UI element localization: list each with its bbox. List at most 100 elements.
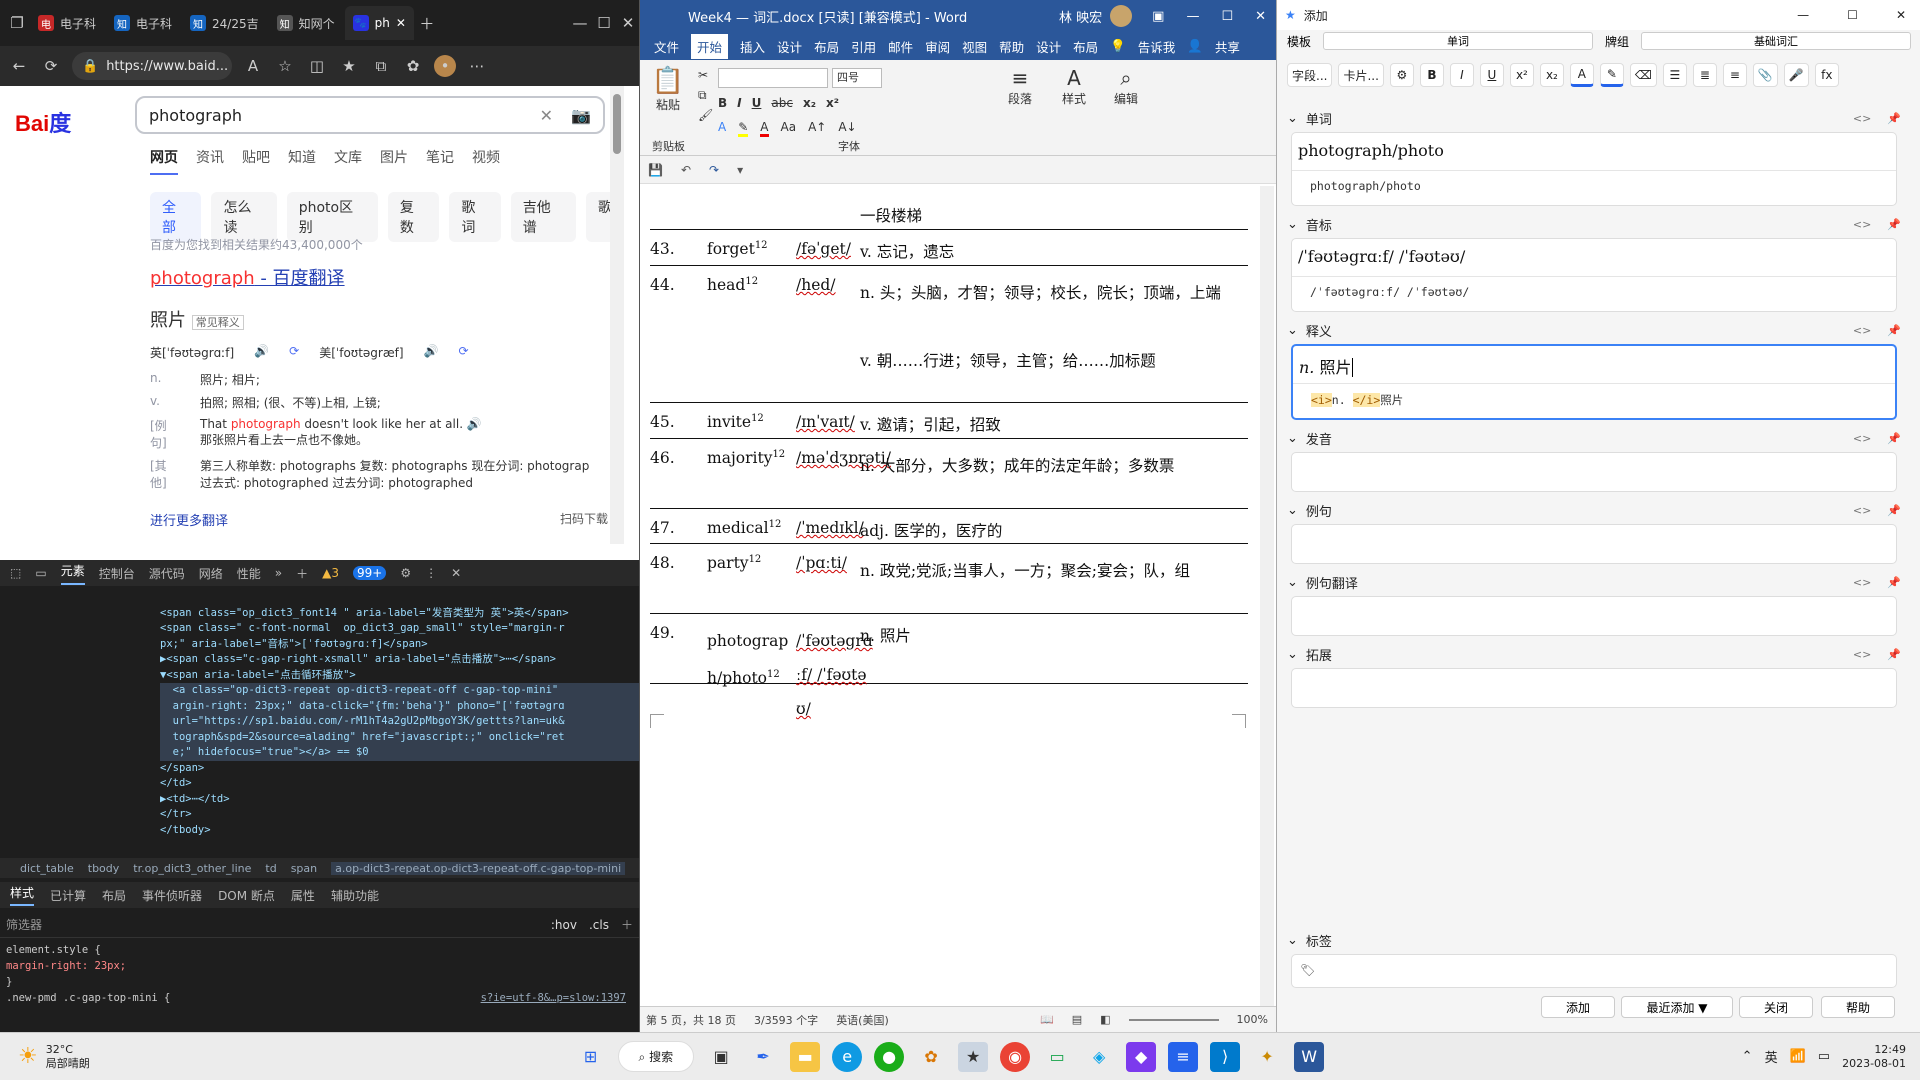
code-line[interactable]: </span>: [160, 761, 639, 777]
subscript-icon[interactable]: x₂: [803, 96, 816, 110]
tab-notes[interactable]: 笔记: [426, 147, 454, 175]
start-icon[interactable]: ⊞: [576, 1042, 606, 1072]
collapse-icon[interactable]: ⌄: [1287, 323, 1298, 338]
tab-insert[interactable]: 插入: [740, 37, 765, 56]
share-button[interactable]: 共享: [1215, 37, 1240, 56]
user-avatar[interactable]: [1110, 5, 1133, 27]
html-toggle-icon[interactable]: <>: [1853, 112, 1871, 125]
html-editor[interactable]: <i>n. </i>照片: [1293, 384, 1895, 418]
html-toggle-icon[interactable]: <>: [1853, 218, 1871, 231]
profile-avatar[interactable]: •: [434, 55, 456, 77]
field-editor[interactable]: photograph/photo: [1292, 133, 1896, 171]
remote-desktop-icon[interactable]: ▭: [1042, 1042, 1072, 1072]
language[interactable]: 英语(美国): [836, 1012, 889, 1028]
tab-properties[interactable]: 属性: [291, 887, 315, 904]
address-bar[interactable]: 🔒 https://www.baid...: [72, 52, 232, 80]
word-icon[interactable]: W: [1294, 1041, 1325, 1072]
chevron-up-icon[interactable]: ⌃: [1742, 1049, 1753, 1064]
code-line[interactable]: px;" aria-label="音标">[ˈfəʊtəgrɑːf]</span…: [160, 637, 639, 653]
tab-references[interactable]: 引用: [851, 37, 876, 56]
refresh-icon[interactable]: ⟳: [40, 55, 62, 77]
split-screen-icon[interactable]: ◫: [306, 55, 328, 77]
tab-layout[interactable]: 布局: [814, 37, 839, 56]
paragraph-button[interactable]: ≡ 段落: [1000, 66, 1040, 107]
web-layout-icon[interactable]: ◧: [1100, 1013, 1110, 1026]
pin-icon[interactable]: 📌: [1887, 648, 1901, 661]
weather-widget[interactable]: ☀ 32°C 局部晴朗: [18, 1043, 158, 1071]
paint-icon[interactable]: ✿: [916, 1042, 946, 1072]
more-icon[interactable]: ⋯: [466, 55, 488, 77]
vscode-icon[interactable]: ⟩: [1210, 1041, 1241, 1072]
field-header[interactable]: ⌄ 音标 <> 📌: [1287, 214, 1901, 234]
shrink-font-icon[interactable]: A↓: [838, 120, 856, 137]
tab-listeners[interactable]: 事件侦听器: [142, 887, 202, 904]
add-button[interactable]: 添加: [1541, 996, 1615, 1018]
chip[interactable]: 怎么读: [211, 192, 277, 242]
code-line-selected[interactable]: argin-right: 23px;" data-click="{fm:'beh…: [160, 698, 639, 714]
cls-toggle[interactable]: .cls: [589, 918, 609, 932]
close-button[interactable]: 关闭: [1739, 996, 1813, 1018]
format-painter-icon[interactable]: 🖌: [698, 108, 713, 122]
new-tab-icon[interactable]: ＋: [416, 12, 438, 34]
repeat-icon[interactable]: ⟳: [289, 344, 299, 361]
notepad-icon[interactable]: ≡: [1168, 1041, 1199, 1072]
code-line[interactable]: ▶<td>⋯</td>: [160, 792, 639, 808]
back-icon[interactable]: ←: [8, 55, 30, 77]
underline-icon[interactable]: U: [752, 96, 762, 110]
more-translation-link[interactable]: 进行更多翻译: [150, 510, 228, 529]
tab-table-design[interactable]: 设计: [1036, 37, 1061, 56]
minimize-icon[interactable]: —: [1186, 9, 1199, 24]
history-button[interactable]: 最近添加 ▼: [1621, 996, 1733, 1018]
hov-toggle[interactable]: :hov: [551, 918, 577, 932]
bullet-list-icon[interactable]: ☰: [1662, 63, 1687, 87]
tab-accessibility[interactable]: 辅助功能: [331, 887, 379, 904]
formula-icon[interactable]: fx: [1814, 63, 1839, 87]
cut-icon[interactable]: ✂: [698, 68, 708, 82]
styles-button[interactable]: A 样式: [1054, 66, 1094, 107]
style-declaration[interactable]: margin-right: 23px;: [6, 958, 626, 974]
code-line[interactable]: </td>: [160, 776, 639, 792]
italic-icon[interactable]: I: [737, 96, 741, 110]
style-rule-selector[interactable]: .new-pmd .c-gap-top-mini {: [6, 990, 481, 1006]
bold-icon[interactable]: B: [718, 96, 727, 110]
help-button[interactable]: 帮助: [1821, 996, 1895, 1018]
tab-mailings[interactable]: 邮件: [888, 37, 913, 56]
pin-icon[interactable]: 📌: [1887, 112, 1901, 125]
code-line-selected[interactable]: tograph&spd=2&source=alading" href="java…: [160, 729, 639, 745]
speaker-icon[interactable]: 🔊: [254, 344, 269, 361]
maximize-icon[interactable]: ☐: [1847, 8, 1858, 22]
note-type-select[interactable]: 单词: [1323, 32, 1594, 50]
tab-view[interactable]: 视图: [962, 37, 987, 56]
chip[interactable]: 复数: [387, 192, 440, 242]
gear-icon[interactable]: ⚙: [400, 566, 411, 580]
issues-badge[interactable]: 99+: [353, 566, 387, 580]
style-source-link[interactable]: s?ie=utf-8&…p=slow:1397: [481, 990, 626, 1006]
tab-performance[interactable]: 性能: [237, 565, 261, 582]
tab-network[interactable]: 网络: [199, 565, 223, 582]
tab-images[interactable]: 图片: [380, 147, 408, 175]
tab-dom-breakpoints[interactable]: DOM 断点: [218, 887, 275, 904]
zoom-level[interactable]: 100%: [1237, 1013, 1268, 1026]
strikethrough-icon[interactable]: abc: [771, 96, 793, 110]
tab-table-layout[interactable]: 布局: [1073, 37, 1098, 56]
paste-button[interactable]: 📋 粘贴: [648, 66, 688, 113]
ime-indicator[interactable]: 英: [1765, 1047, 1778, 1066]
field-example[interactable]: [1291, 524, 1897, 564]
code-line[interactable]: </tbody>: [160, 823, 639, 839]
favorite-star-icon[interactable]: ☆: [274, 55, 296, 77]
field-extension[interactable]: [1291, 668, 1897, 708]
html-editor[interactable]: photograph/photo: [1292, 171, 1896, 205]
underline-icon[interactable]: U: [1479, 63, 1504, 87]
bold-icon[interactable]: B: [1419, 63, 1444, 87]
clear-icon[interactable]: ✕: [540, 106, 553, 125]
tell-me[interactable]: 告诉我: [1138, 37, 1176, 56]
tab-zhidao[interactable]: 知道: [288, 147, 316, 175]
search-input[interactable]: photograph ✕ 📷: [135, 96, 605, 134]
clock[interactable]: 12:49 2023-08-01: [1842, 1043, 1906, 1071]
visual-studio-icon[interactable]: ◆: [1126, 1041, 1157, 1072]
html-toggle-icon[interactable]: <>: [1853, 324, 1871, 337]
grow-font-icon[interactable]: A↑: [808, 120, 826, 137]
close-icon[interactable]: ✕: [451, 566, 461, 580]
cards-button[interactable]: 卡片...: [1338, 63, 1384, 87]
page-scrollbar[interactable]: [610, 86, 624, 544]
